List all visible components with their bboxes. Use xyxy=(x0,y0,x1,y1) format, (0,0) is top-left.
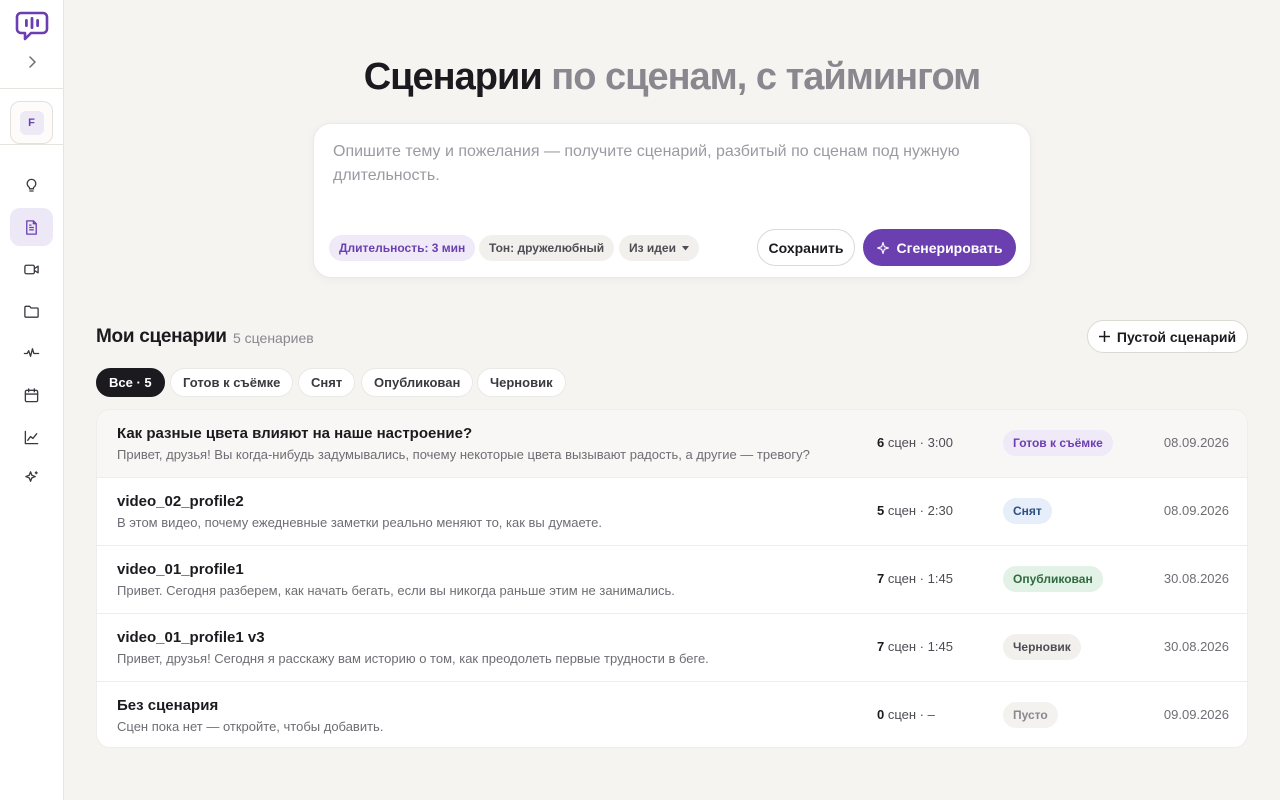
status-badge: Снят xyxy=(1003,498,1052,524)
row-title: video_01_profile1 xyxy=(117,561,244,578)
row-scenes: 5 сцен · 2:30 xyxy=(877,503,953,518)
source-dropdown-label: Из идеи xyxy=(629,241,676,255)
filter-published[interactable]: Опубликован xyxy=(361,368,474,397)
page-title: Сценарии по сценам, с таймингом xyxy=(64,56,1280,99)
scripts-table: Как разные цвета влияют на наше настроен… xyxy=(96,409,1248,748)
sparkles-icon xyxy=(25,470,38,482)
scripts-count: 5 сценариев xyxy=(233,330,314,346)
waveform-icon xyxy=(23,347,40,357)
source-dropdown[interactable]: Из идеи xyxy=(619,235,699,261)
scene-count: 0 xyxy=(877,707,885,722)
generate-button[interactable]: Сгенерировать xyxy=(863,229,1016,266)
row-duration: сцен · 1:45 xyxy=(887,639,953,654)
filter-all[interactable]: Все · 5 xyxy=(96,368,165,397)
tone-chip[interactable]: Тон: дружелюбный xyxy=(479,235,615,261)
new-empty-script-label: Пустой сценарий xyxy=(1116,328,1237,345)
row-duration: сцен · 2:30 xyxy=(887,503,953,518)
page-title-subtitle: по сценам, с таймингом xyxy=(551,56,981,98)
nav-calendar[interactable] xyxy=(10,376,53,414)
app-logo-icon[interactable] xyxy=(15,10,49,42)
filter-ready[interactable]: Готов к съёмке xyxy=(170,368,294,397)
calendar-icon xyxy=(24,387,39,402)
topic-input[interactable] xyxy=(333,140,1013,200)
caret-down-icon xyxy=(681,245,689,250)
tone-chip-label: Тон: дружелюбный xyxy=(489,241,605,255)
row-duration: сцен · – xyxy=(887,707,935,722)
row-description: В этом видео, почему ежедневные заметки … xyxy=(117,515,602,530)
status-badge: Готов к съёмке xyxy=(1003,430,1113,456)
table-row[interactable]: video_01_profile1 Привет. Сегодня разбер… xyxy=(97,546,1247,614)
status-badge: Пусто xyxy=(1003,702,1058,728)
sidebar: F xyxy=(0,0,64,800)
generate-button-label: Сгенерировать xyxy=(896,239,1003,256)
nav-videos[interactable] xyxy=(10,250,53,288)
row-title: video_02_profile2 xyxy=(117,493,244,510)
row-scenes: 6 сцен · 3:00 xyxy=(877,435,953,450)
table-row[interactable]: video_02_profile2 В этом видео, почему е… xyxy=(97,478,1247,546)
row-description: Привет, друзья! Сегодня я расскажу вам и… xyxy=(117,651,709,666)
nav-scripts[interactable] xyxy=(10,208,53,246)
sparkle-icon xyxy=(876,241,889,254)
document-icon xyxy=(26,219,37,235)
row-date: 30.08.2026 xyxy=(1163,571,1229,586)
row-date: 08.09.2026 xyxy=(1163,503,1229,518)
new-empty-script-button[interactable]: Пустой сценарий xyxy=(1087,320,1248,353)
filter-shot[interactable]: Снят xyxy=(298,368,356,397)
scene-count: 5 xyxy=(877,503,885,518)
nav-analytics[interactable] xyxy=(10,418,53,456)
row-scenes: 7 сцен · 1:45 xyxy=(877,639,953,654)
page-title-strong: Сценарии xyxy=(363,56,543,98)
row-description: Привет. Сегодня разберем, как начать бег… xyxy=(117,583,675,598)
row-title: Как разные цвета влияют на наше настроен… xyxy=(117,425,473,442)
duration-chip[interactable]: Длительность: 3 мин xyxy=(329,235,476,261)
section-title: Мои сценарии xyxy=(96,326,227,347)
lightbulb-icon xyxy=(26,178,37,192)
row-description: Сцен пока нет — откройте, чтобы добавить… xyxy=(117,719,384,734)
line-chart-icon xyxy=(24,430,39,444)
nav-audio[interactable] xyxy=(10,334,53,372)
scene-count: 7 xyxy=(877,639,885,654)
table-row[interactable]: Как разные цвета влияют на наше настроен… xyxy=(97,410,1247,478)
plus-icon xyxy=(1098,331,1110,342)
sidebar-divider xyxy=(0,144,63,145)
row-date: 30.08.2026 xyxy=(1163,639,1229,654)
row-date: 08.09.2026 xyxy=(1163,435,1229,450)
nav-ai[interactable] xyxy=(10,458,53,496)
script-composer: Длительность: 3 мин Тон: дружелюбный Из … xyxy=(313,123,1031,278)
save-button[interactable]: Сохранить xyxy=(757,229,855,266)
filter-draft[interactable]: Черновик xyxy=(477,368,566,397)
status-badge: Черновик xyxy=(1003,634,1081,660)
nav-files[interactable] xyxy=(10,292,53,330)
workspace-avatar: F xyxy=(19,110,44,135)
scene-count: 7 xyxy=(877,571,885,586)
nav-ideas[interactable] xyxy=(10,166,53,204)
table-row[interactable]: video_01_profile1 v3 Привет, друзья! Сег… xyxy=(97,614,1247,682)
sidebar-divider xyxy=(0,88,63,89)
row-duration: сцен · 1:45 xyxy=(887,571,953,586)
expand-sidebar-chevron-icon[interactable] xyxy=(22,52,42,72)
table-row[interactable]: Без сценария Сцен пока нет — откройте, ч… xyxy=(97,682,1247,747)
duration-chip-label: Длительность: 3 мин xyxy=(339,241,466,255)
folder-icon xyxy=(24,305,39,318)
workspace-switcher[interactable]: F xyxy=(10,101,53,144)
status-badge: Опубликован xyxy=(1003,566,1103,592)
row-title: Без сценария xyxy=(117,697,219,714)
row-scenes: 0 сцен · – xyxy=(877,707,935,722)
row-scenes: 7 сцен · 1:45 xyxy=(877,571,953,586)
video-camera-icon xyxy=(24,264,39,274)
scene-count: 6 xyxy=(877,435,885,450)
row-title: video_01_profile1 v3 xyxy=(117,629,265,646)
row-description: Привет, друзья! Вы когда-нибудь задумыва… xyxy=(117,447,810,462)
row-date: 09.09.2026 xyxy=(1163,707,1229,722)
row-duration: сцен · 3:00 xyxy=(887,435,953,450)
